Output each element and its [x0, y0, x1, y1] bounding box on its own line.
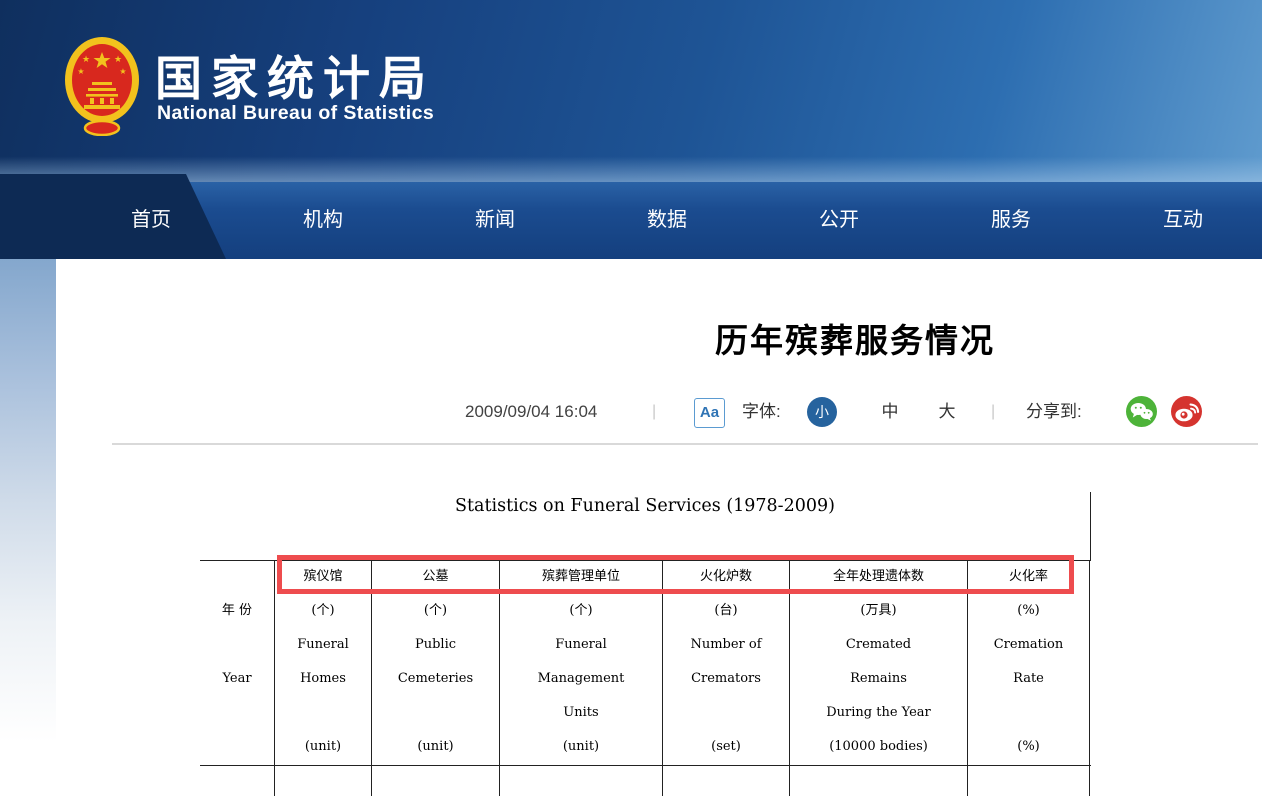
table-cell: (个) [275, 594, 371, 628]
table-column-funeral-management-units: 殡葬管理单位 (个) Funeral Management Units (uni… [500, 560, 663, 796]
table-cell: 殡仪馆 [275, 560, 371, 594]
wechat-share-button[interactable] [1126, 396, 1157, 427]
table-cell [200, 560, 274, 594]
nav-item-news[interactable]: 新闻 [409, 182, 581, 259]
table-column-year: 年 份 Year [200, 560, 275, 796]
nav-item-home[interactable]: 首页 [65, 182, 237, 259]
nav-item-organization[interactable]: 机构 [237, 182, 409, 259]
font-size-label: 字体: [742, 397, 781, 427]
table-cell: Number of [663, 628, 789, 662]
table-cell: Year [200, 662, 274, 696]
table-cell: 殡葬管理单位 [500, 560, 662, 594]
table-cell: (10000 bodies) [790, 730, 967, 764]
table-right-border [1090, 492, 1091, 560]
table-cell [663, 696, 789, 730]
site-banner: ★ ★ ★ ★ 国家统计局 National Bureau of Statist… [0, 0, 1262, 182]
table-cell [372, 696, 499, 730]
font-size-small-button[interactable]: 小 [807, 397, 837, 427]
table-cell: Cremation [968, 628, 1089, 662]
meta-divider: | [652, 397, 656, 427]
table-cell [200, 730, 274, 764]
table-title: Statistics on Funeral Services (1978-200… [200, 496, 1090, 516]
meta-divider: | [991, 397, 995, 427]
table-column-number-of-cremators: 火化炉数 (台) Number of Cremators (set) [663, 560, 790, 796]
table-column-cremated-remains: 全年处理遗体数 (万具) Cremated Remains During the… [790, 560, 968, 796]
svg-text:★: ★ [119, 67, 126, 76]
table-cell: Cremators [663, 662, 789, 696]
wechat-icon [1126, 396, 1157, 427]
table-cell: 火化炉数 [663, 560, 789, 594]
table-cell: (万具) [790, 594, 967, 628]
nav-item-services[interactable]: 服务 [925, 182, 1097, 259]
nav-items: 首页 机构 新闻 数据 公开 服务 互动 [65, 182, 1262, 259]
table-cell [200, 696, 274, 730]
svg-text:★: ★ [77, 67, 84, 76]
table-cell: Cremated [790, 628, 967, 662]
weibo-share-button[interactable] [1171, 396, 1202, 427]
table-cell: Cemeteries [372, 662, 499, 696]
table-cell: (%) [968, 730, 1089, 764]
table-cell: 火化率 [968, 560, 1089, 594]
national-emblem-icon: ★ ★ ★ ★ [62, 34, 142, 136]
table-cell: (unit) [500, 730, 662, 764]
table-column-cremation-rate: 火化率 (%) Cremation Rate (%) [968, 560, 1090, 796]
table-cell: 公墓 [372, 560, 499, 594]
section-divider [112, 443, 1258, 445]
table-cell: Homes [275, 662, 371, 696]
table-cell: Units [500, 696, 662, 730]
table-cell: (%) [968, 594, 1089, 628]
table-column-funeral-homes: 殡仪馆 (个) Funeral Homes (unit) [275, 560, 372, 796]
table-cell: (台) [663, 594, 789, 628]
table-cell: (unit) [275, 730, 371, 764]
main-nav: 首页 机构 新闻 数据 公开 服务 互动 [0, 182, 1262, 259]
page-title: 历年殡葬服务情况 [560, 314, 1150, 362]
font-size-icon[interactable]: Aa [694, 398, 725, 428]
table-cell [200, 628, 274, 662]
table-cell: During the Year [790, 696, 967, 730]
table-cell: 全年处理遗体数 [790, 560, 967, 594]
funeral-services-table: 年 份 Year 殡仪馆 (个) Funeral Homes (unit) 公墓… [200, 560, 1090, 796]
page: ★ ★ ★ ★ 国家统计局 National Bureau of Statist… [0, 0, 1262, 796]
share-label: 分享到: [1026, 397, 1082, 427]
table-cell: (个) [500, 594, 662, 628]
svg-text:★: ★ [114, 54, 122, 64]
svg-text:★: ★ [82, 54, 90, 64]
table-cell: Remains [790, 662, 967, 696]
table-cell: 年 份 [200, 594, 274, 628]
table-cell: Funeral [275, 628, 371, 662]
table-cell: Funeral [500, 628, 662, 662]
nav-item-disclosure[interactable]: 公开 [753, 182, 925, 259]
nav-item-data[interactable]: 数据 [581, 182, 753, 259]
table-cell: (set) [663, 730, 789, 764]
table-cell [968, 696, 1089, 730]
table-cell: Management [500, 662, 662, 696]
weibo-icon [1171, 396, 1202, 427]
table-cell: Rate [968, 662, 1089, 696]
font-size-large-button[interactable]: 大 [932, 397, 962, 427]
left-page-edge-gradient [0, 259, 56, 796]
table-cell: Public [372, 628, 499, 662]
table-cell: (个) [372, 594, 499, 628]
font-size-medium-button[interactable]: 中 [875, 397, 905, 427]
table-column-public-cemeteries: 公墓 (个) Public Cemeteries (unit) [372, 560, 500, 796]
nav-item-interaction[interactable]: 互动 [1097, 182, 1262, 259]
publish-timestamp: 2009/09/04 16:04 [465, 397, 597, 427]
site-title: 国家统计局 [155, 40, 435, 109]
site-subtitle: National Bureau of Statistics [157, 102, 434, 125]
table-header-bottom-rule [200, 765, 1091, 766]
table-cell: (unit) [372, 730, 499, 764]
table-cell [275, 696, 371, 730]
